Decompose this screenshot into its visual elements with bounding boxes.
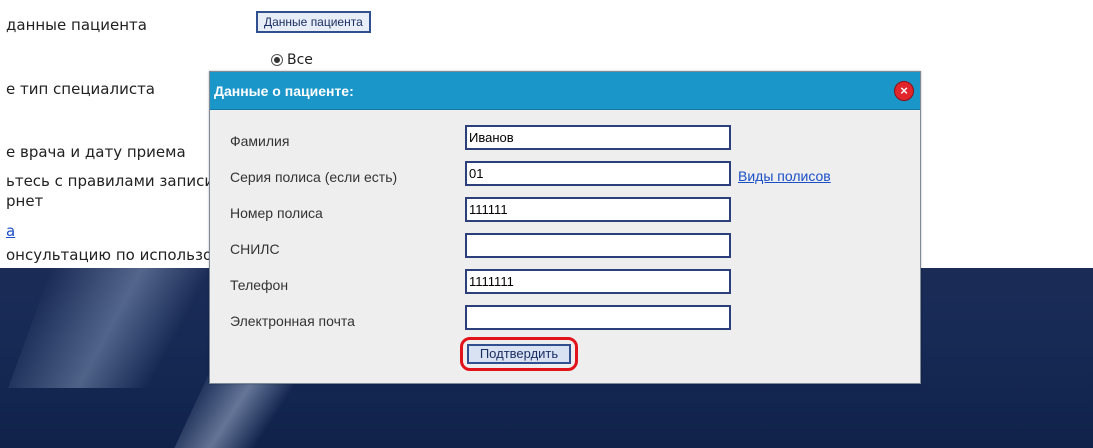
- policy-types-link[interactable]: Виды полисов: [738, 168, 831, 184]
- radio-selected-icon[interactable]: [271, 54, 283, 66]
- close-icon[interactable]: ×: [894, 81, 914, 101]
- confirm-button[interactable]: Подтвердить: [467, 344, 571, 364]
- bg-label-doctor-date: е врача и дату приема: [6, 143, 186, 161]
- bg-label-internet: рнет: [6, 192, 44, 210]
- bg-label-rules: ьтесь с правилами записи: [6, 172, 215, 190]
- bg-label-patient-data: данные пациента: [6, 16, 147, 34]
- phone-input[interactable]: [465, 269, 731, 294]
- snils-label: СНИЛС: [230, 241, 280, 257]
- dialog-header: Данные о пациенте: ×: [210, 72, 920, 110]
- dialog-title: Данные о пациенте:: [214, 83, 354, 99]
- confirm-highlight: Подтвердить: [460, 337, 578, 371]
- policy-number-input[interactable]: [465, 197, 731, 222]
- phone-label: Телефон: [230, 277, 289, 293]
- radio-all[interactable]: Все: [271, 52, 313, 68]
- banner-light-ray: [8, 268, 232, 388]
- email-label: Электронная почта: [230, 313, 355, 329]
- bg-label-consultation: онсультацию по использо: [6, 246, 213, 264]
- surname-label: Фамилия: [230, 133, 290, 149]
- email-input[interactable]: [465, 305, 731, 330]
- bg-link-partial[interactable]: а: [6, 222, 15, 240]
- snils-input[interactable]: [465, 233, 731, 258]
- radio-all-label: Все: [287, 52, 313, 68]
- policy-series-input[interactable]: [465, 161, 731, 186]
- patient-data-dialog: Данные о пациенте: × Фамилия Серия полис…: [209, 71, 921, 384]
- surname-input[interactable]: [465, 125, 731, 150]
- policy-number-label: Номер полиса: [230, 205, 323, 221]
- policy-series-label: Серия полиса (если есть): [230, 169, 398, 185]
- patient-data-button[interactable]: Данные пациента: [256, 11, 371, 33]
- bg-label-specialist-type: е тип специалиста: [6, 80, 156, 98]
